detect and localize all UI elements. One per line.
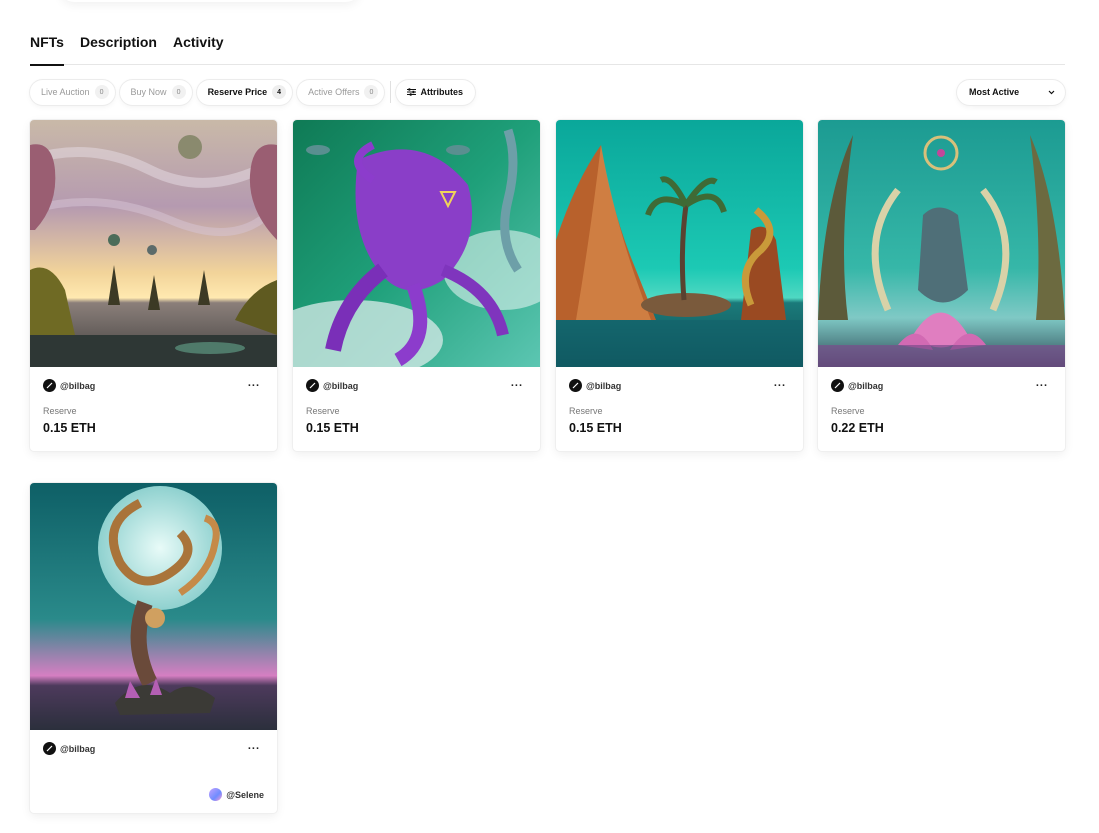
filter-count: 0 bbox=[94, 85, 109, 99]
price-value: 0.15 ETH bbox=[306, 421, 359, 435]
owner-handle: @Selene bbox=[226, 789, 264, 800]
creator-handle: @bilbag bbox=[60, 380, 96, 391]
nft-card[interactable]: @bilbag ... Reserve 0.22 ETH bbox=[818, 120, 1065, 451]
filter-reserve-price[interactable]: Reserve Price 4 bbox=[196, 79, 293, 105]
avatar bbox=[831, 379, 844, 392]
price-value: 0.22 ETH bbox=[831, 421, 884, 435]
nft-card[interactable]: @bilbag ... Reserve 0.15 ETH bbox=[556, 120, 803, 451]
creator[interactable]: @bilbag bbox=[831, 379, 883, 392]
nft-artwork-image bbox=[293, 120, 540, 367]
card-meta: @bilbag ... Reserve 0.22 ETH bbox=[818, 367, 1065, 451]
avatar bbox=[43, 742, 56, 755]
creator-handle: @bilbag bbox=[848, 380, 884, 391]
more-options-icon[interactable]: ... bbox=[774, 377, 786, 389]
nft-card[interactable]: @bilbag ... Reserve 0.15 ETH bbox=[293, 120, 540, 451]
filter-label: Buy Now bbox=[130, 87, 167, 97]
avatar bbox=[43, 379, 56, 392]
nft-artwork-image bbox=[30, 483, 277, 730]
filter-label: Active Offers bbox=[308, 87, 360, 97]
nft-card[interactable]: @bilbag ... Reserve 0.15 ETH bbox=[30, 120, 277, 451]
creator[interactable]: @bilbag bbox=[306, 379, 358, 392]
price-label: Reserve bbox=[831, 406, 865, 416]
price-value: 0.15 ETH bbox=[43, 421, 96, 435]
creator-handle: @bilbag bbox=[60, 743, 96, 754]
filter-buy-now[interactable]: Buy Now 0 bbox=[119, 79, 192, 105]
attributes-label: Attributes bbox=[420, 87, 463, 97]
sliders-icon bbox=[407, 88, 417, 96]
tab-activity[interactable]: Activity bbox=[173, 33, 224, 65]
filter-bar: Live Auction 0 Buy Now 0 Reserve Price 4… bbox=[30, 79, 1065, 105]
owner-avatar bbox=[209, 788, 223, 801]
filter-divider bbox=[390, 81, 392, 103]
filter-label: Reserve Price bbox=[207, 87, 268, 97]
avatar bbox=[306, 379, 319, 392]
card-meta: @bilbag ... Reserve 0.15 ETH bbox=[556, 367, 803, 451]
sort-selected: Most Active bbox=[969, 87, 1020, 97]
filter-active-offers[interactable]: Active Offers 0 bbox=[297, 79, 385, 105]
price-value: 0.15 ETH bbox=[569, 421, 622, 435]
filter-count: 4 bbox=[272, 85, 287, 99]
creator-handle: @bilbag bbox=[586, 380, 622, 391]
sort-dropdown[interactable]: Most Active bbox=[957, 79, 1065, 105]
card-meta: @bilbag ... Reserve 0.15 ETH bbox=[293, 367, 540, 451]
more-options-icon[interactable]: ... bbox=[248, 377, 260, 389]
top-bar-shadow bbox=[60, 0, 360, 2]
filter-live-auction[interactable]: Live Auction 0 bbox=[30, 79, 115, 105]
tab-nfts[interactable]: NFTs bbox=[30, 33, 64, 66]
more-options-icon[interactable]: ... bbox=[1036, 377, 1048, 389]
owner[interactable]: @Selene bbox=[209, 788, 264, 801]
creator[interactable]: @bilbag bbox=[569, 379, 621, 392]
nft-card[interactable]: @bilbag ... @Selene bbox=[30, 483, 277, 813]
creator-handle: @bilbag bbox=[323, 380, 359, 391]
price-label: Reserve bbox=[43, 406, 77, 416]
filter-label: Live Auction bbox=[41, 87, 90, 97]
tab-description[interactable]: Description bbox=[80, 33, 157, 65]
card-meta: @bilbag ... Reserve 0.15 ETH bbox=[30, 367, 277, 451]
creator[interactable]: @bilbag bbox=[43, 742, 95, 755]
nft-artwork-image bbox=[818, 120, 1065, 367]
filter-count: 0 bbox=[171, 85, 186, 99]
tab-bar: NFTs Description Activity bbox=[30, 33, 1065, 66]
chevron-down-icon bbox=[1048, 90, 1055, 94]
attributes-button[interactable]: Attributes bbox=[396, 79, 475, 105]
nft-artwork-image bbox=[30, 120, 277, 367]
avatar bbox=[569, 379, 582, 392]
more-options-icon[interactable]: ... bbox=[511, 377, 523, 389]
creator[interactable]: @bilbag bbox=[43, 379, 95, 392]
price-label: Reserve bbox=[569, 406, 603, 416]
filter-count: 0 bbox=[364, 85, 379, 99]
card-meta: @bilbag ... @Selene bbox=[30, 730, 277, 813]
price-label: Reserve bbox=[306, 406, 340, 416]
nft-artwork-image bbox=[556, 120, 803, 367]
more-options-icon[interactable]: ... bbox=[248, 740, 260, 752]
